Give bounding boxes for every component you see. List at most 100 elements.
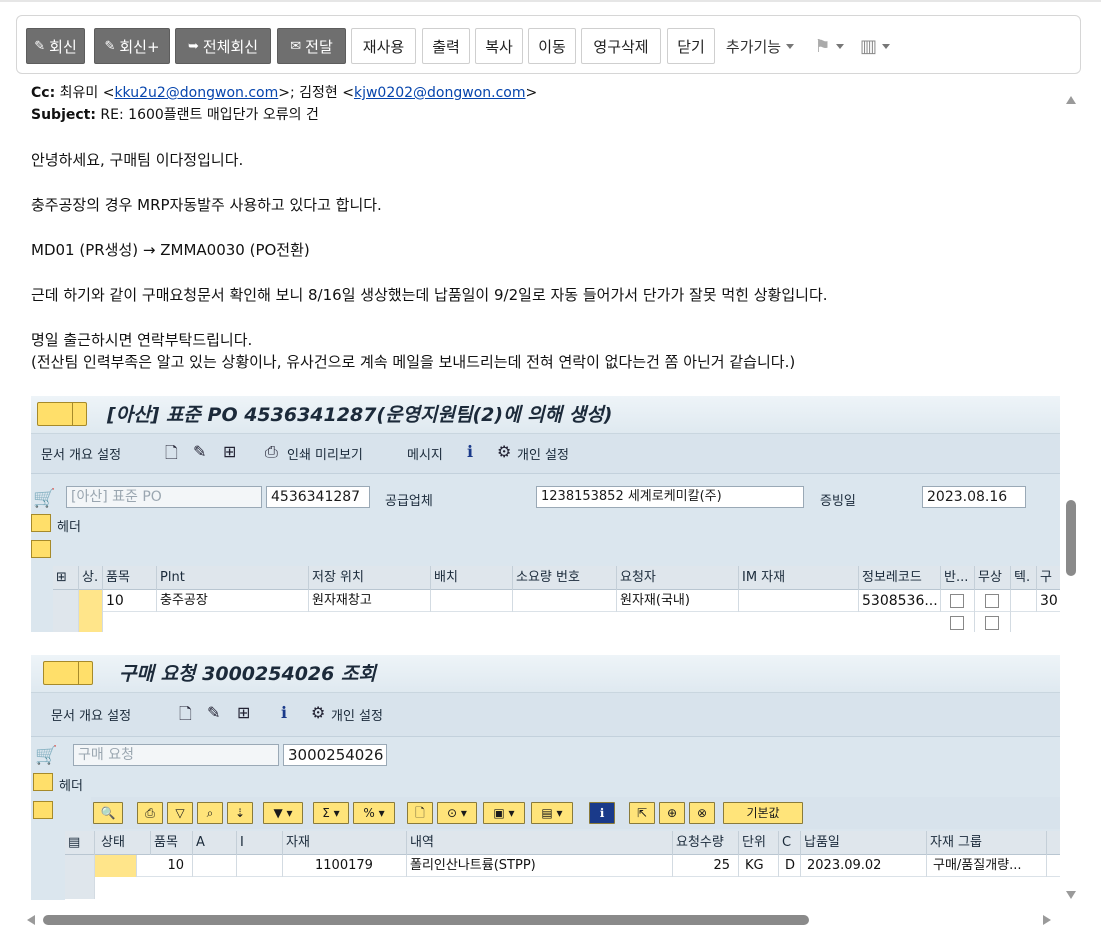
- view-button[interactable]: ⊙ ▾: [437, 802, 477, 824]
- export-button[interactable]: 🗋: [407, 802, 433, 824]
- reply-plus-button[interactable]: ✎ 회신+: [94, 28, 170, 64]
- po-screenshot: [아산] 표준 PO 4536341287(운영지원팀(2)에 의해 생성) 문…: [31, 396, 1060, 632]
- body-paragraph: 충주공장의 경우 MRP자동발주 사용하고 있다고 합니다.: [31, 196, 382, 214]
- table-row[interactable]: [65, 877, 1060, 899]
- col-more: [1047, 831, 1060, 855]
- sum-button[interactable]: Σ ▾: [313, 802, 349, 824]
- date-label: 증빙일: [820, 494, 856, 509]
- columns-icon: ▥: [859, 35, 877, 57]
- delete-permanent-button[interactable]: 영구삭제: [581, 28, 661, 64]
- reuse-button[interactable]: 재사용: [351, 28, 416, 64]
- scroll-left-icon[interactable]: [27, 915, 35, 925]
- col-return: 반...: [941, 566, 975, 590]
- col-batch: 배치: [431, 566, 513, 590]
- print-button[interactable]: 출력: [422, 28, 470, 64]
- row-selector[interactable]: [53, 590, 79, 612]
- details-button[interactable]: 🔍: [93, 802, 123, 824]
- reply-button[interactable]: ✎ 회신: [26, 28, 85, 64]
- columns-menu[interactable]: ▥: [855, 28, 895, 64]
- free-checkbox[interactable]: [985, 594, 999, 608]
- po-items-grid: ⊞ 상. 품목 Plnt 저장 위치 배치 소요량 번호 요청자 IM 자재 정…: [53, 566, 1060, 632]
- edit-icon: ✎: [207, 703, 221, 722]
- po-doc-type: [아산] 표준 PO: [66, 486, 262, 508]
- body-paragraph: MD01 (PR생성) → ZMMA0030 (PO전환): [31, 241, 310, 259]
- scroll-up-icon[interactable]: [1066, 96, 1076, 104]
- delivery-date-cell: 2023.09.02: [801, 855, 927, 877]
- col-status: 상.: [79, 566, 103, 590]
- top-border: [0, 0, 1101, 2]
- open-button[interactable]: ⇱: [629, 802, 655, 824]
- column-button[interactable]: ▤ ▾: [531, 802, 573, 824]
- copy-button[interactable]: 복사: [475, 28, 523, 64]
- pr-doc-type: 구매 요청: [73, 744, 279, 766]
- header-label: 헤더: [59, 779, 83, 794]
- pencil-icon: ✎: [34, 38, 46, 54]
- chevron-down-icon: [835, 43, 844, 49]
- return-checkbox[interactable]: [950, 594, 964, 608]
- col-more: 구: [1037, 566, 1060, 590]
- find-button[interactable]: ⌕: [197, 802, 223, 824]
- scroll-down-icon[interactable]: [1066, 891, 1076, 899]
- table-row[interactable]: 10 충주공장 원자재창고 원자재(국내) 5308536... 30: [53, 590, 1060, 612]
- horizontal-scroll-thumb[interactable]: [43, 915, 809, 925]
- vertical-scrollbar[interactable]: [1061, 78, 1081, 903]
- col-a: A: [193, 831, 237, 855]
- personal-setting: 개인 설정: [517, 448, 569, 463]
- find-next-button[interactable]: ⇣: [227, 802, 253, 824]
- cc-email-link[interactable]: kku2u2@dongwon.com: [114, 85, 278, 101]
- po-title-bar: [아산] 표준 PO 4536341287(운영지원팀(2)에 의해 생성): [31, 396, 1060, 434]
- free-cell: [975, 612, 1011, 632]
- chevron-down-icon: [786, 43, 795, 49]
- move-button[interactable]: 이동: [528, 28, 576, 64]
- free-cell: [975, 590, 1011, 612]
- cart-icon: 🛒: [35, 745, 58, 766]
- cc-line: Cc: 최유미 <kku2u2@dongwon.com>; 김정현 <kjw02…: [31, 85, 538, 101]
- po-title: [아산] 표준 PO 4536341287(운영지원팀(2)에 의해 생성): [107, 404, 613, 426]
- pr-grid-header: ▤ 상태 품목 A I 자재 내역 요청수량 단위 C 납품일 자재 그룹: [65, 831, 1060, 855]
- vertical-scroll-thumb[interactable]: [1066, 500, 1076, 576]
- info-button[interactable]: ℹ: [589, 802, 615, 824]
- c-cell: D: [779, 855, 801, 877]
- cc-email-link[interactable]: kjw0202@dongwon.com: [354, 85, 526, 101]
- print-button[interactable]: ⎙: [137, 802, 163, 824]
- row-selector[interactable]: [53, 612, 79, 632]
- vendor-label: 공급업체: [385, 494, 433, 509]
- return-checkbox[interactable]: [950, 616, 964, 630]
- delete-button[interactable]: ⊗: [689, 802, 715, 824]
- filter-menu-button[interactable]: ▼ ▾: [263, 802, 303, 824]
- col-status: 상태: [95, 831, 151, 855]
- col-plant: Plnt: [157, 566, 309, 590]
- po-menu-bar: 문서 개요 설정 🗋 ✎ ⊞ ⎙ 인쇄 미리보기 메시지 ℹ ⚙ 개인 설정: [31, 434, 1060, 474]
- row-selector[interactable]: [65, 877, 95, 899]
- forward-button[interactable]: ✉ 전달: [277, 28, 346, 64]
- flag-icon: ⚑: [814, 35, 831, 57]
- edit-icon: ✎: [193, 442, 207, 461]
- table-row[interactable]: [53, 612, 1060, 632]
- print-preview: 인쇄 미리보기: [287, 448, 363, 463]
- row-selector[interactable]: [65, 855, 95, 877]
- scroll-right-icon[interactable]: [1043, 915, 1051, 925]
- attach-button[interactable]: ⊕: [659, 802, 685, 824]
- close-button[interactable]: 닫기: [667, 28, 715, 64]
- col-requester: 요청자: [617, 566, 739, 590]
- flag-menu[interactable]: ⚑: [810, 28, 848, 64]
- body-paragraph: 명일 출근하시면 연락부탁드립니다.: [31, 331, 253, 349]
- more-menu[interactable]: 추가기능: [721, 28, 799, 64]
- default-values-button[interactable]: 기본값: [723, 802, 803, 824]
- table-row[interactable]: 10 1100179 폴리인산나트륨(STPP) 25 KG D 2023.09…: [65, 855, 1060, 877]
- personal-setting-icon: ⚙: [311, 703, 326, 722]
- layout-button[interactable]: ▣ ▾: [483, 802, 525, 824]
- body-paragraph: 근데 하기와 같이 구매요청문서 확인해 보니 8/16일 생상했는데 납품일이…: [31, 286, 828, 304]
- pencil-icon: ✎: [104, 38, 116, 54]
- subtotal-button[interactable]: % ▾: [353, 802, 395, 824]
- personal-setting-icon: ⚙: [497, 442, 512, 461]
- free-checkbox[interactable]: [985, 616, 999, 630]
- sap-menu-icon: [43, 661, 93, 685]
- filter-button[interactable]: ▽: [167, 802, 193, 824]
- item-cell: 10: [103, 590, 157, 612]
- info-icon: ℹ: [281, 703, 288, 722]
- status-cell: [79, 590, 103, 612]
- body-paragraph: (전산팀 인력부족은 알고 있는 상황이나, 유사건으로 계속 메일을 보내드리…: [31, 353, 796, 371]
- col-tax: 텍.: [1011, 566, 1037, 590]
- reply-all-button[interactable]: ➥ 전체회신: [175, 28, 271, 64]
